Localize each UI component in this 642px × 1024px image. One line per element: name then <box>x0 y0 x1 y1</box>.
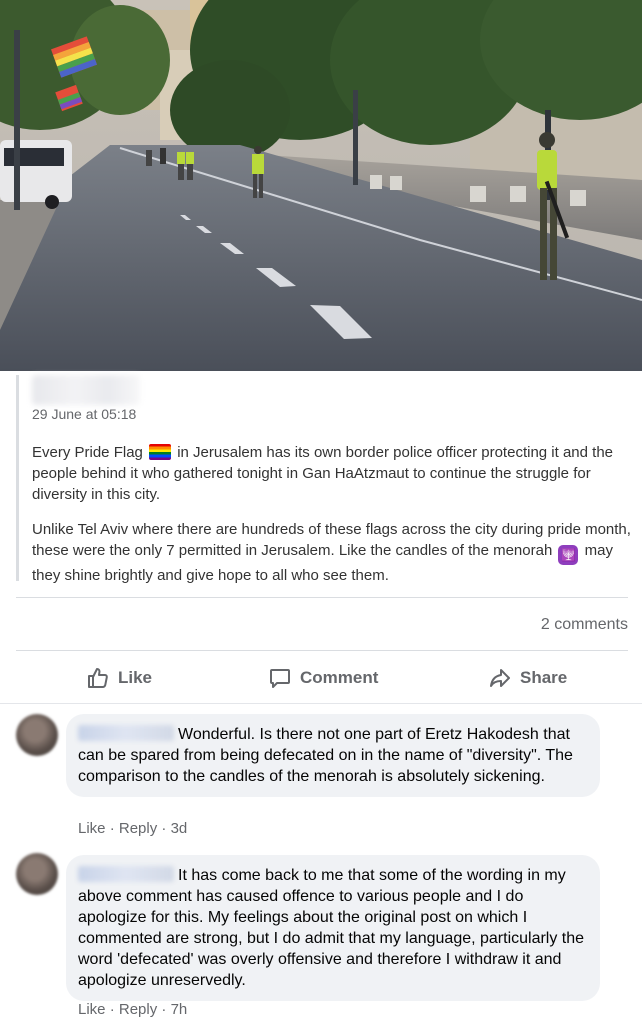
post-photo[interactable] <box>0 0 642 371</box>
comment-bubble-icon <box>270 669 290 688</box>
comment-reply-link[interactable]: Reply <box>119 1001 157 1018</box>
comment-like-link[interactable]: Like <box>78 1001 106 1018</box>
commenter-name-redacted[interactable] <box>78 866 174 882</box>
commenter-name-redacted[interactable] <box>78 725 174 741</box>
comment-time[interactable]: 7h <box>171 1001 188 1018</box>
post-actions-bar: Like Comment Share <box>0 658 642 698</box>
avatar[interactable] <box>16 853 58 895</box>
divider <box>16 597 628 598</box>
post-paragraph-2: Unlike Tel Aviv where there are hundreds… <box>32 519 632 586</box>
post-text: Every Pride Flag in Jerusalem has its ow… <box>32 442 632 600</box>
quote-bar <box>16 375 19 581</box>
separator: · <box>109 1001 115 1018</box>
comment-text: It has come back to me that some of the … <box>78 867 585 989</box>
post-paragraph-1-start: Every Pride Flag <box>32 444 143 461</box>
comment-time[interactable]: 3d <box>171 820 188 837</box>
comments-count-link[interactable]: 2 comments <box>541 616 628 634</box>
separator: · <box>161 1001 167 1018</box>
share-label: Share <box>520 668 568 687</box>
divider <box>0 703 642 704</box>
like-button[interactable]: Like <box>86 658 152 698</box>
like-label: Like <box>118 668 153 687</box>
comment-bubble: It has come back to me that some of the … <box>66 855 600 1001</box>
menorah-icon: 🕎 <box>558 545 579 565</box>
comment-bubble: Wonderful. Is there not one part of Eret… <box>66 714 600 797</box>
post-timestamp[interactable]: 29 June at 05:18 <box>32 406 136 422</box>
comment-label: Comment <box>300 668 379 687</box>
post-paragraph-2-start: Unlike Tel Aviv where there are hundreds… <box>32 521 631 559</box>
comment-button[interactable]: Comment <box>268 658 642 698</box>
share-button[interactable]: Share <box>488 658 567 698</box>
comment-reply-link[interactable]: Reply <box>119 820 157 837</box>
author-name-redacted[interactable] <box>32 375 140 405</box>
post-paragraph-1: Every Pride Flag in Jerusalem has its ow… <box>32 442 632 505</box>
rainbow-flag-icon <box>149 444 172 460</box>
divider <box>16 650 628 651</box>
share-arrow-icon <box>490 669 510 687</box>
comment-meta: Like · Reply · 3d <box>78 820 187 837</box>
comment-meta: Like · Reply · 7h <box>78 1001 187 1018</box>
separator: · <box>161 820 167 837</box>
thumbs-up-icon <box>88 668 108 688</box>
street-scene-image <box>0 0 642 371</box>
avatar[interactable] <box>16 714 58 756</box>
separator: · <box>109 820 115 837</box>
comment-like-link[interactable]: Like <box>78 820 106 837</box>
